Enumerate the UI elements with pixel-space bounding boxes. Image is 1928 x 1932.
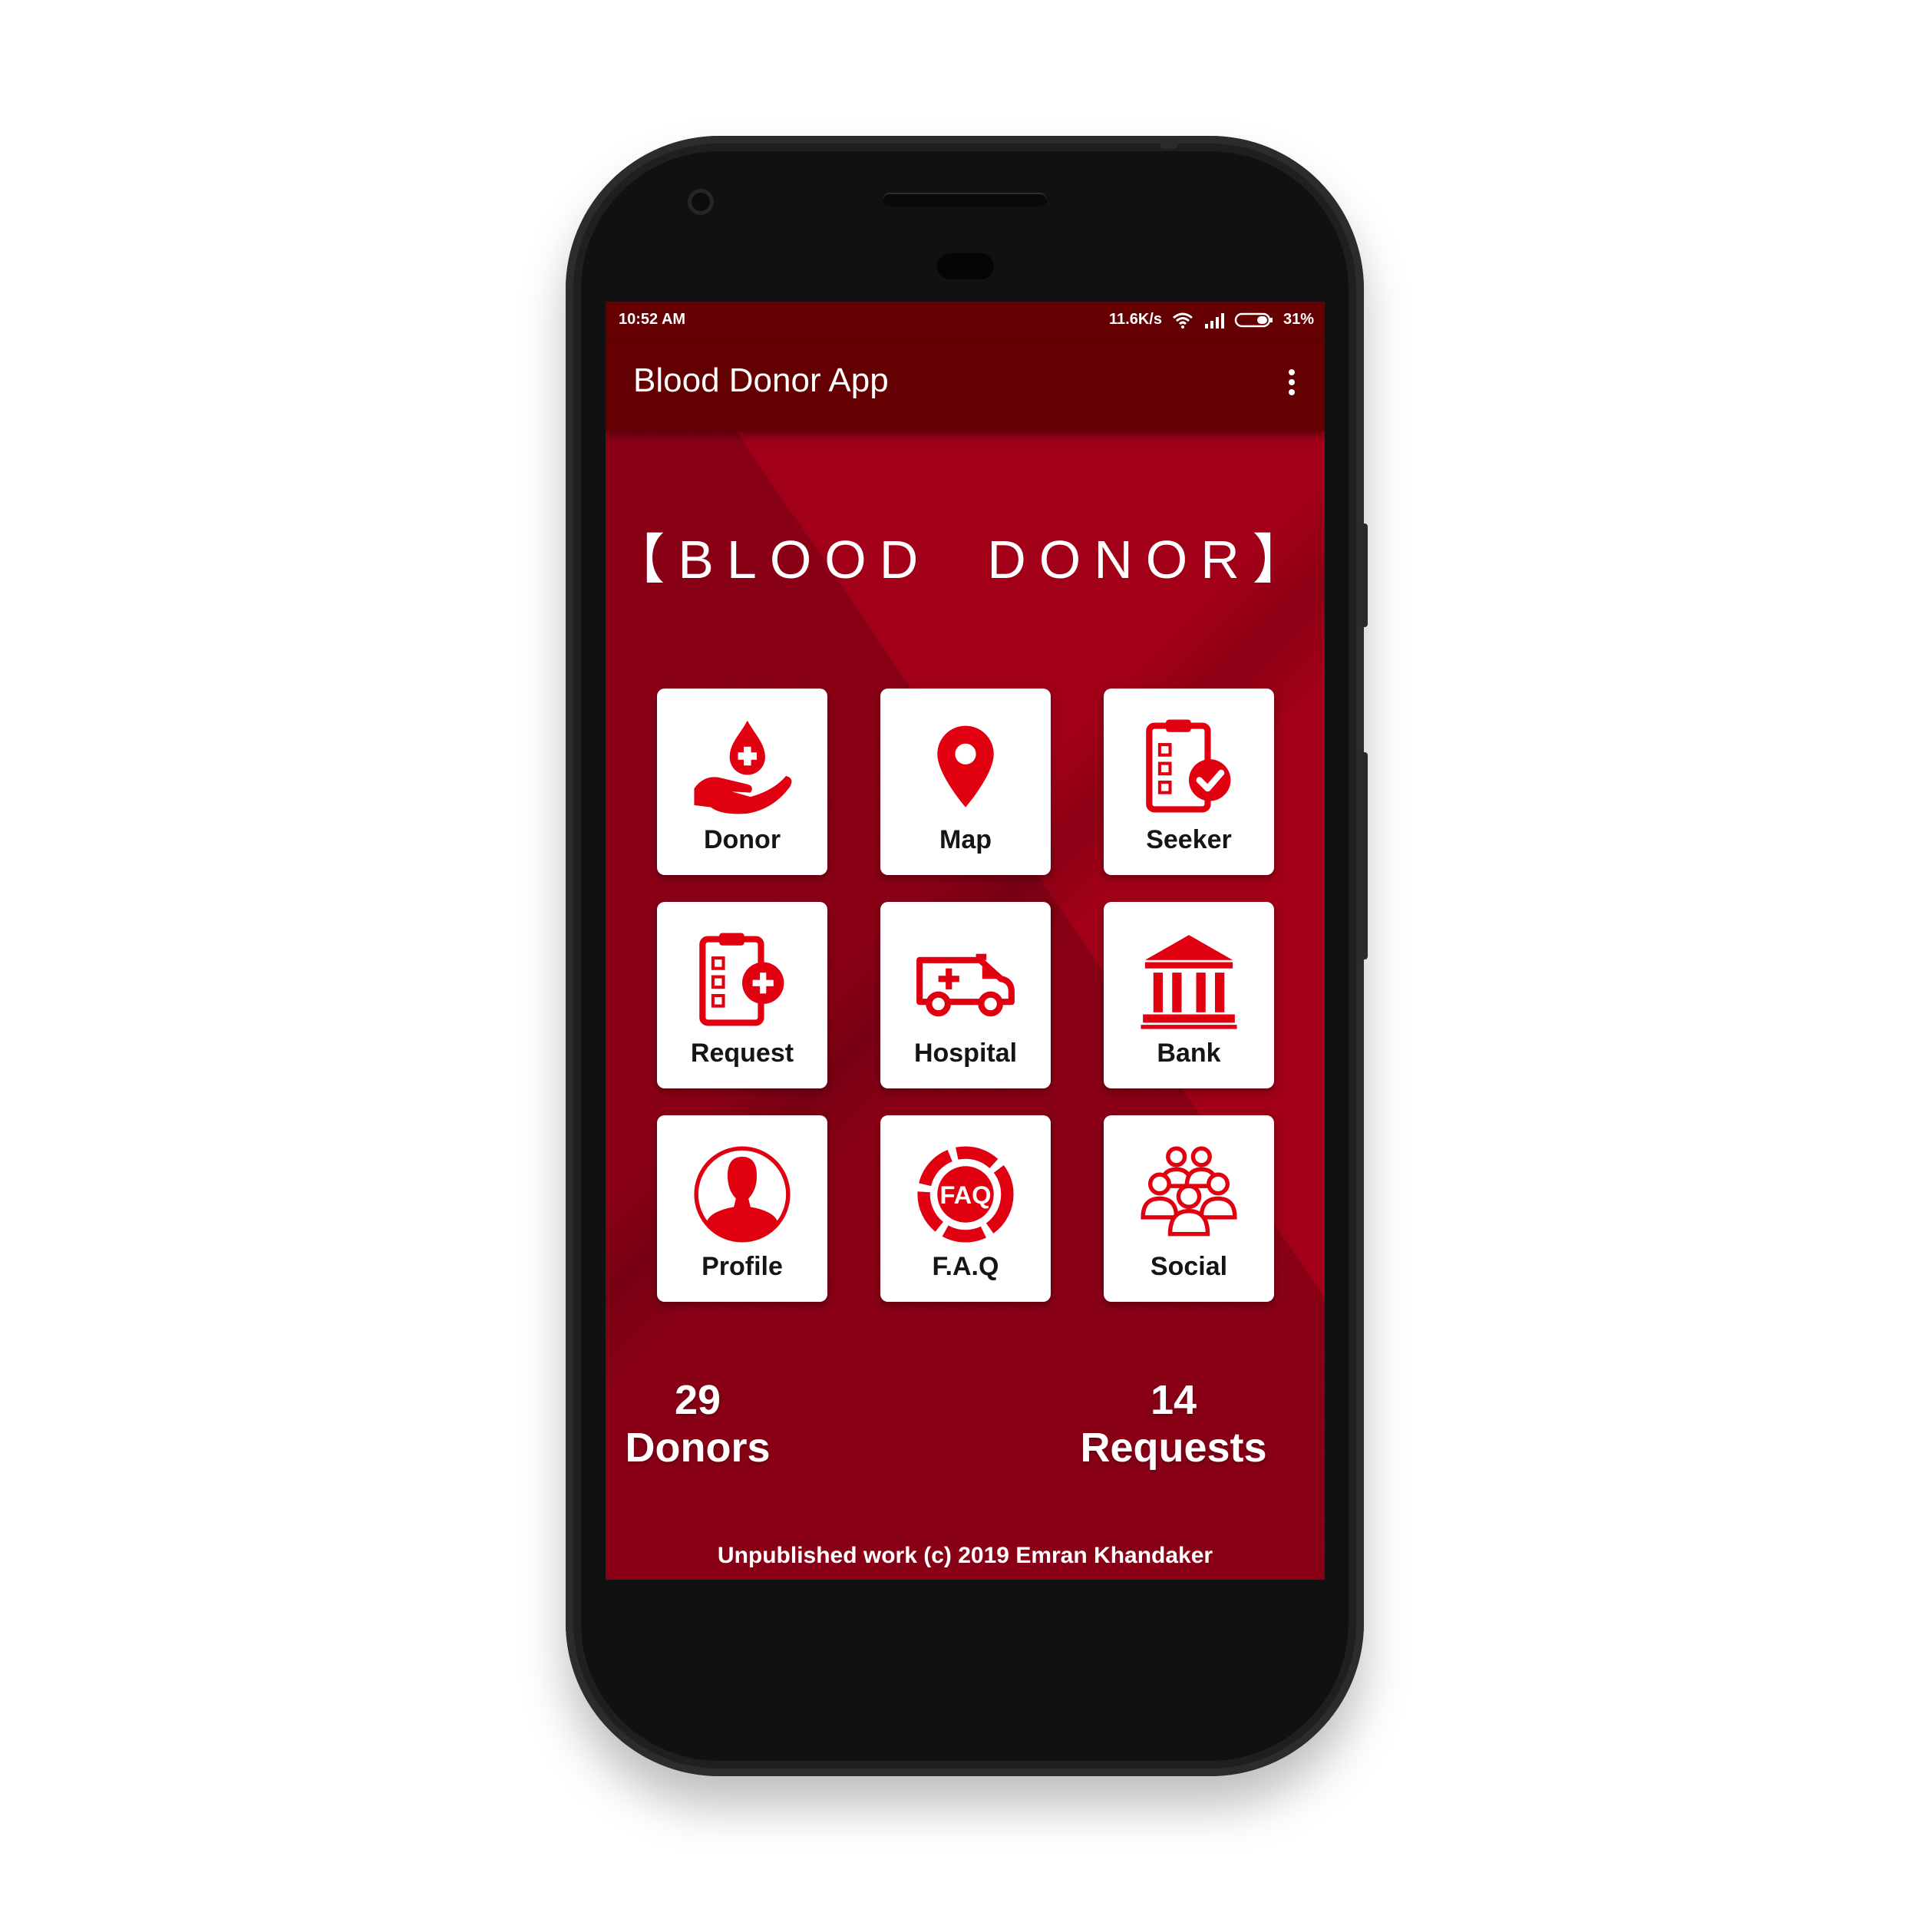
tile-faq[interactable]: FAQ F.A.Q (880, 1115, 1051, 1302)
map-pin-icon (937, 725, 994, 807)
battery-icon (1234, 312, 1273, 327)
donate-blood-icon (694, 720, 792, 814)
headline-title: 【BLOOD DONOR】 (611, 530, 1319, 590)
tile-label: Map (939, 825, 992, 854)
tile-label: F.A.Q (932, 1252, 999, 1281)
tile-social[interactable]: Social (1104, 1115, 1274, 1302)
app-title: Blood Donor App (633, 362, 889, 399)
tile-seeker[interactable]: Seeker (1104, 689, 1274, 875)
power-button (1359, 752, 1368, 959)
tile-request[interactable]: Request (657, 902, 827, 1088)
tile-bank[interactable]: Bank (1104, 902, 1274, 1088)
group-icon (1141, 1146, 1237, 1237)
status-bar: 10:52 AM 11.6K/s 31% (606, 302, 1325, 340)
donors-count: 29 (674, 1377, 721, 1423)
network-speed: 11.6K/s (1109, 311, 1162, 328)
faq-icon: FAQ (917, 1146, 1014, 1243)
ambulance-icon (916, 953, 1015, 1017)
clipboard-plus-icon (699, 933, 784, 1026)
copyright-footer: Unpublished work (c) 2019 Emran Khandake… (717, 1543, 1213, 1568)
tile-label: Request (690, 1039, 794, 1068)
app-toolbar: Blood Donor App (606, 340, 1325, 431)
requests-count: 14 (1150, 1377, 1197, 1423)
wifi-icon (1173, 312, 1193, 329)
clipboard-check-icon (1146, 719, 1231, 813)
earpiece-speaker (883, 193, 1047, 206)
tile-label: Seeker (1146, 825, 1232, 854)
app-screen: 10:52 AM 11.6K/s 31% Blood Donor App 【BL… (606, 302, 1325, 1580)
tile-label: Profile (702, 1252, 783, 1281)
tile-label: Donor (703, 825, 781, 854)
tile-label: Bank (1157, 1039, 1221, 1068)
tile-donor[interactable]: Donor (657, 689, 827, 875)
tile-map[interactable]: Map (880, 689, 1051, 875)
signal-icon (1204, 312, 1224, 329)
tile-profile[interactable]: Profile (657, 1115, 827, 1302)
donors-stat: 29 Donors (621, 1376, 774, 1471)
requests-label: Requests (1080, 1425, 1267, 1471)
status-indicators: 11.6K/s 31% (1109, 311, 1314, 329)
requests-stat: 14 Requests (1066, 1376, 1281, 1471)
user-profile-icon (694, 1146, 791, 1243)
battery-percent: 31% (1283, 311, 1314, 328)
volume-button (1359, 523, 1368, 627)
tile-label: Hospital (913, 1039, 1018, 1068)
overflow-menu-icon[interactable] (1286, 366, 1297, 405)
top-button (1160, 138, 1177, 149)
tile-hospital[interactable]: Hospital (880, 902, 1051, 1088)
tile-label: Social (1150, 1252, 1228, 1281)
proximity-sensor (937, 253, 994, 279)
front-camera (688, 189, 714, 215)
status-time: 10:52 AM (619, 311, 686, 328)
donors-label: Donors (625, 1425, 771, 1471)
bank-icon (1141, 935, 1237, 1029)
faq-icon-text: FAQ (939, 1181, 991, 1209)
